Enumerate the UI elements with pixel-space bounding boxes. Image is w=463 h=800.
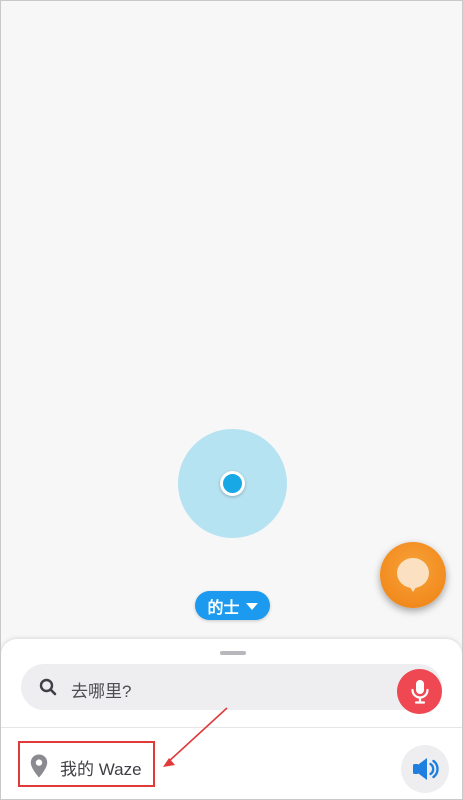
voice-search-button[interactable] <box>397 669 442 714</box>
report-button[interactable] <box>380 542 446 608</box>
vehicle-type-label: 的士 <box>207 599 240 617</box>
search-placeholder: 去哪里? <box>71 682 132 701</box>
sheet-divider <box>1 727 462 728</box>
report-bubble-icon <box>397 558 429 592</box>
location-pin-icon <box>30 754 48 778</box>
caret-down-icon <box>245 603 258 610</box>
vehicle-type-selector[interactable]: 的士 <box>195 591 270 620</box>
my-waze-button[interactable]: 我的 Waze <box>18 741 155 787</box>
microphone-icon <box>410 679 429 704</box>
app-frame: 的士 去哪里? 我的 Waze <box>0 0 463 800</box>
current-location-dot <box>220 471 245 496</box>
search-icon <box>39 678 57 696</box>
search-input[interactable]: 去哪里? <box>21 664 442 710</box>
speaker-icon <box>413 758 439 780</box>
my-waze-label: 我的 Waze <box>60 760 142 779</box>
sheet-drag-handle[interactable] <box>220 651 246 655</box>
map-view[interactable]: 的士 <box>1 1 462 661</box>
bottom-sheet: 去哪里? 我的 Waze <box>1 639 462 799</box>
sound-settings-button[interactable] <box>401 745 449 793</box>
